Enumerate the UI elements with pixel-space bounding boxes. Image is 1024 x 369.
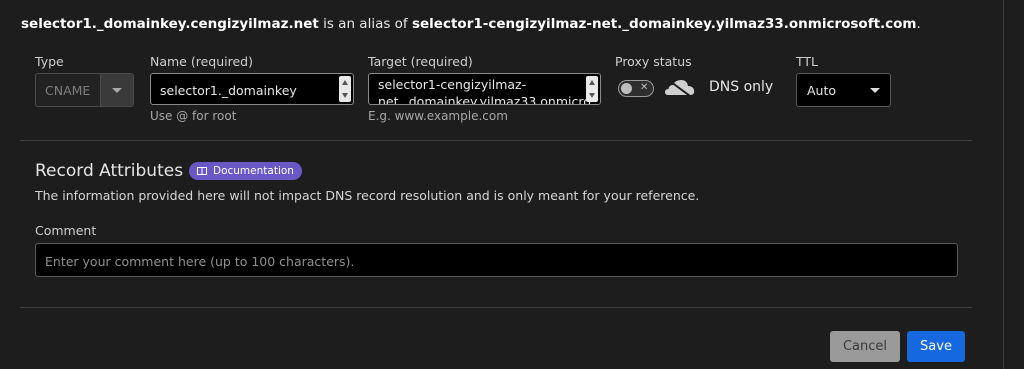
target-input[interactable]: selector1-cengizyilmaz- net._domainkey.y…	[368, 73, 601, 105]
chevron-down-icon[interactable]	[100, 74, 133, 106]
target-hint: E.g. www.example.com	[368, 109, 508, 123]
proxy-status-label: Proxy status	[615, 54, 692, 69]
comment-label: Comment	[35, 223, 97, 238]
documentation-label: Documentation	[213, 165, 294, 177]
name-input[interactable]: selector1._domainkey	[150, 73, 354, 105]
alias-notice: selector1._domainkey.cengizyilmaz.net is…	[21, 16, 921, 32]
type-label: Type	[35, 54, 64, 69]
documentation-link[interactable]: Documentation	[189, 162, 302, 180]
alias-text: is an alias of	[318, 16, 412, 32]
name-spinner[interactable]	[339, 76, 351, 102]
divider	[20, 140, 972, 141]
record-attributes-description: The information provided here will not i…	[35, 188, 700, 203]
target-value-line1: selector1-cengizyilmaz-	[378, 77, 527, 92]
alias-end: .	[916, 16, 921, 32]
book-icon	[197, 167, 207, 175]
target-value-line2: net._domainkey.yilmaz33.onmicro	[378, 94, 591, 105]
target-label: Target (required)	[368, 54, 473, 69]
type-select[interactable]: CNAME	[35, 73, 134, 107]
ttl-value: Auto	[807, 83, 837, 98]
proxy-status-text: DNS only	[709, 79, 774, 95]
name-label: Name (required)	[150, 54, 253, 69]
ttl-label: TTL	[796, 54, 819, 69]
cloud-icon	[665, 78, 695, 97]
comment-placeholder: Enter your comment here (up to 100 chara…	[45, 254, 355, 269]
alias-record-name: selector1._domainkey.cengizyilmaz.net	[21, 16, 319, 32]
alias-target-name: selector1-cengizyilmaz-net._domainkey.yi…	[411, 16, 917, 32]
cancel-button[interactable]: Cancel	[830, 331, 900, 362]
name-hint: Use @ for root	[150, 109, 237, 123]
ttl-select[interactable]: Auto	[796, 73, 891, 107]
toggle-knob	[621, 83, 632, 94]
divider	[20, 307, 972, 308]
name-value: selector1._domainkey	[160, 83, 297, 98]
save-button[interactable]: Save	[907, 331, 965, 362]
close-icon: ✕	[640, 82, 649, 93]
comment-input[interactable]: Enter your comment here (up to 100 chara…	[35, 243, 958, 277]
target-spinner[interactable]	[586, 76, 598, 102]
proxy-toggle[interactable]: ✕	[618, 80, 654, 97]
type-value: CNAME	[45, 83, 91, 98]
record-attributes-title: Record Attributes	[35, 161, 184, 181]
panel-border	[1003, 0, 1004, 369]
